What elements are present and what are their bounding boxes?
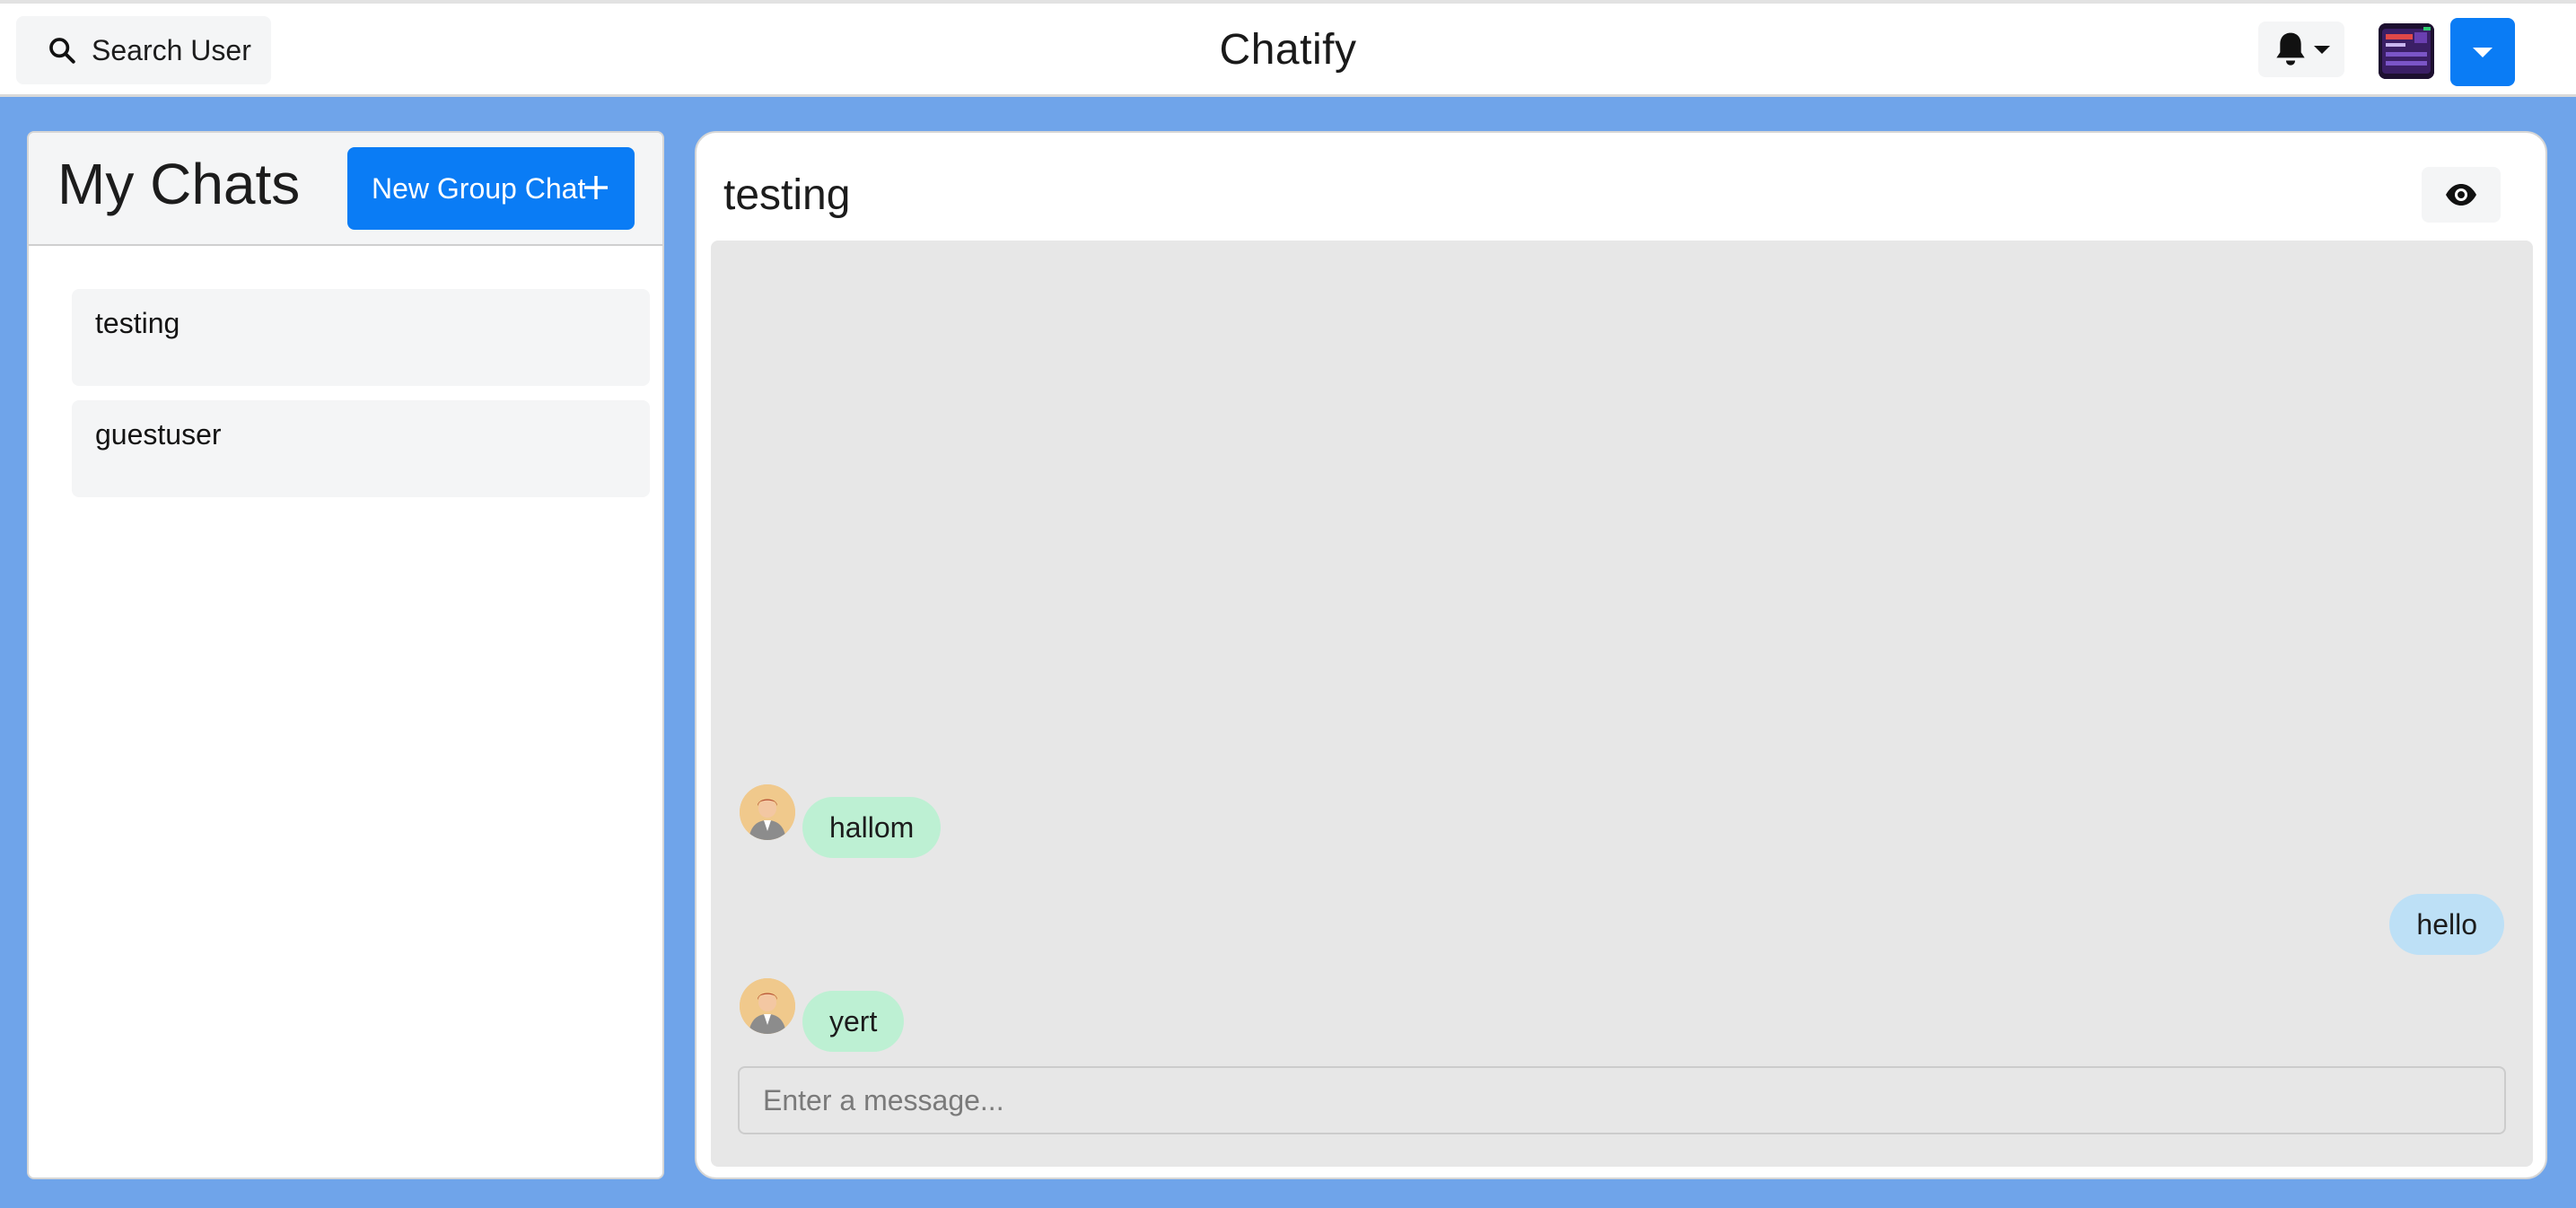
top-navigation-bar: Search User Chatify [0,0,2576,97]
my-chats-title: My Chats [57,152,301,216]
plus-icon [584,176,608,199]
new-group-chat-button[interactable]: New Group Chat [347,147,635,230]
chat-name: testing [95,307,180,339]
message-bubble-outgoing: hello [2389,894,2504,955]
profile-menu-button[interactable] [2450,18,2515,86]
app-title: Chatify [1219,26,1357,74]
my-chats-panel: My Chats New Group Chat testing guestuse… [27,131,664,1179]
eye-icon [2446,184,2476,206]
user-avatar[interactable] [2379,23,2434,79]
chevron-down-icon [2473,47,2493,57]
sender-avatar[interactable] [740,784,795,840]
view-chat-details-button[interactable] [2422,167,2501,223]
chat-list-item[interactable]: testing [72,289,650,386]
notifications-button[interactable] [2258,22,2344,77]
message-bubble-incoming: yert [802,991,905,1052]
chevron-down-icon [2314,45,2330,54]
sender-avatar[interactable] [740,978,795,1034]
bell-icon [2276,32,2305,66]
new-group-chat-label: New Group Chat [372,171,586,205]
my-chats-header: My Chats New Group Chat [29,133,662,246]
conversation-panel: testing hallom hello yert Enter a messag… [695,131,2547,1179]
conversation-title: testing [723,171,851,219]
chat-list-item[interactable]: guestuser [72,400,650,497]
message-bubble-incoming: hallom [802,797,942,858]
chat-name: guestuser [95,418,222,451]
messages-area[interactable]: hallom hello yert [711,241,2533,1167]
message-input[interactable] [738,1066,2506,1134]
